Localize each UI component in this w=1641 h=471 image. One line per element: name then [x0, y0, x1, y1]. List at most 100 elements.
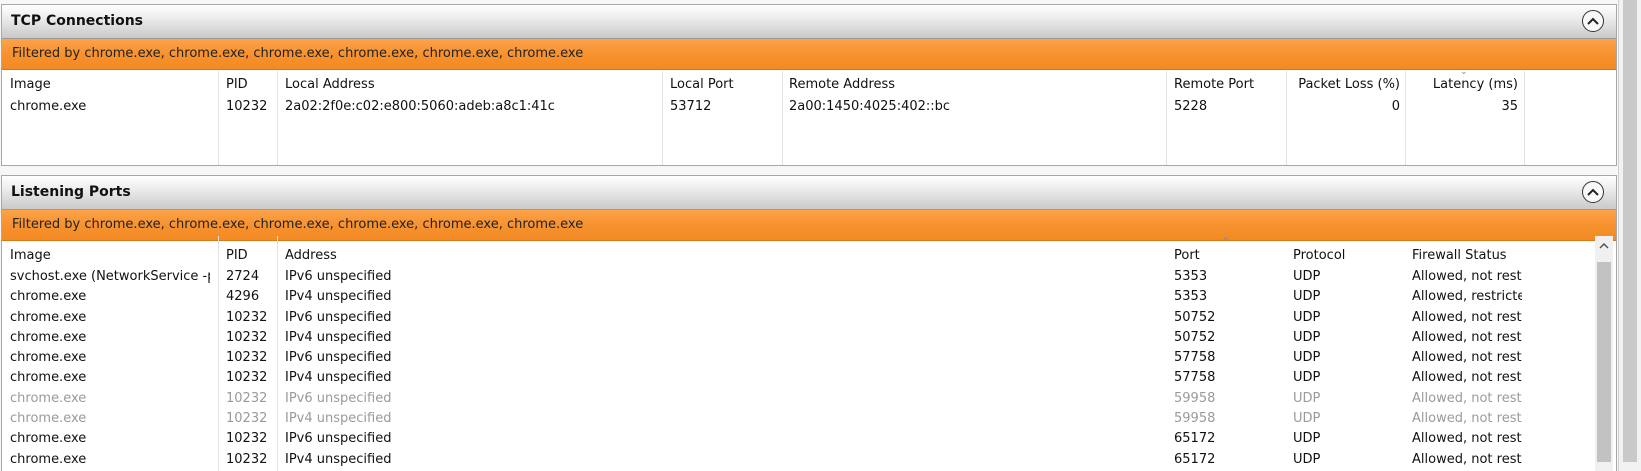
- table-row[interactable]: chrome.exe 10232 IPv6 unspecified 59958 UDP A…: [2, 389, 1616, 409]
- listen-cell-pid: 10232: [226, 411, 268, 427]
- scrollbar-thumb[interactable]: [1597, 262, 1611, 462]
- listen-cell-protocol: UDP: [1293, 370, 1321, 386]
- listen-cell-port: 65172: [1174, 451, 1216, 467]
- table-row[interactable]: chrome.exe 10232 IPv4 unspecified 50752 UDP A…: [2, 328, 1616, 348]
- listen-cell-address: IPv6 unspecified: [285, 350, 392, 366]
- listen-cell-address: IPv4 unspecified: [285, 451, 392, 467]
- tcp-cell-remote-port: 5228: [1174, 99, 1208, 114]
- listen-cell-image: chrome.exe: [10, 390, 87, 406]
- listen-scrollbar[interactable]: [1595, 236, 1613, 471]
- listen-cell-address: IPv6 unspecified: [285, 309, 392, 325]
- table-row[interactable]: chrome.exe 10232 2a02:2f0e:c02:e800:5060…: [2, 96, 1616, 117]
- table-row[interactable]: chrome.exe 4296 IPv4 unspecified 5353 UDP All…: [2, 287, 1616, 307]
- listen-cell-protocol: UDP: [1293, 269, 1321, 284]
- listen-cell-port: 5353: [1174, 289, 1208, 305]
- listen-cell-firewall-status: Allowed, not rest...: [1412, 451, 1522, 467]
- listen-cell-address: IPv6 unspecified: [285, 390, 392, 406]
- listen-cell-pid: 10232: [226, 431, 268, 447]
- listen-cell-protocol: UDP: [1293, 431, 1321, 447]
- tcp-collapse-button[interactable]: [1582, 10, 1604, 32]
- listen-collapse-button[interactable]: [1582, 181, 1604, 203]
- column-divider: [218, 236, 219, 471]
- listen-cell-firewall-status: Allowed, not rest...: [1412, 350, 1522, 366]
- listen-cell-image: chrome.exe: [10, 309, 87, 325]
- tcp-column-header-row: Image PID Local Address Local Port Remot…: [2, 67, 1616, 96]
- listen-cell-firewall-status: Allowed, restricted: [1412, 289, 1522, 305]
- listen-cell-pid: 4296: [226, 289, 260, 305]
- column-divider: [218, 71, 219, 165]
- listen-column-header-row: Image PID Address Port ^ Protocol Firewa…: [2, 237, 1616, 267]
- listen-cell-image: chrome.exe: [10, 329, 87, 345]
- listen-cell-address: IPv6 unspecified: [285, 269, 392, 284]
- chevron-up-icon: [1587, 188, 1599, 196]
- tcp-cell-packet-loss: 0: [1391, 99, 1400, 114]
- listen-cell-image: chrome.exe: [10, 370, 87, 386]
- listen-cell-image: chrome.exe: [10, 411, 87, 427]
- column-divider: [1166, 71, 1167, 165]
- listen-cell-protocol: UDP: [1293, 451, 1321, 467]
- table-row[interactable]: svchost.exe (NetworkService -p) 2724 IPv6 …: [2, 267, 1616, 287]
- listen-cell-address: IPv6 unspecified: [285, 431, 392, 447]
- listen-cell-port: 59958: [1174, 390, 1216, 406]
- tcp-cell-latency: 35: [1501, 99, 1518, 114]
- sort-caret-icon: ^: [1222, 237, 1230, 247]
- listen-cell-firewall-status: Allowed, not rest...: [1412, 411, 1522, 427]
- listening-ports-header[interactable]: Listening Ports: [2, 176, 1616, 210]
- listen-cell-address: IPv4 unspecified: [285, 370, 392, 386]
- listen-rows-container: svchost.exe (NetworkService -p) 2724 IPv6 …: [2, 267, 1616, 470]
- listen-cell-pid: 10232: [226, 309, 268, 325]
- listen-cell-firewall-status: Allowed, not rest...: [1412, 431, 1522, 447]
- resource-monitor-network-view: TCP Connections Filtered by chrome.exe, …: [0, 0, 1641, 471]
- sort-caret-icon: ⌄: [1460, 67, 1468, 77]
- scroll-up-arrow-icon[interactable]: [1595, 238, 1613, 254]
- window-scrollbar[interactable]: [1618, 0, 1641, 471]
- listen-cell-address: IPv4 unspecified: [285, 329, 392, 345]
- listen-cell-port: 59958: [1174, 411, 1216, 427]
- listen-filter-bar[interactable]: Filtered by chrome.exe, chrome.exe, chro…: [2, 210, 1616, 241]
- listen-cell-firewall-status: Allowed, not rest...: [1412, 309, 1522, 325]
- listen-cell-pid: 10232: [226, 350, 268, 366]
- listen-cell-image: chrome.exe: [10, 451, 87, 467]
- column-divider: [1286, 71, 1287, 165]
- table-row[interactable]: chrome.exe 10232 IPv4 unspecified 65172 UDP A…: [2, 450, 1616, 470]
- table-row[interactable]: chrome.exe 10232 IPv4 unspecified 57758 UDP A…: [2, 368, 1616, 388]
- listening-ports-panel: Listening Ports Filtered by chrome.exe, …: [1, 175, 1617, 471]
- listen-cell-pid: 10232: [226, 370, 268, 386]
- listen-cell-address: IPv4 unspecified: [285, 289, 392, 305]
- column-divider: [1524, 71, 1525, 165]
- chevron-up-icon: [1587, 17, 1599, 25]
- listen-cell-image: svchost.exe (NetworkService -p): [10, 269, 210, 284]
- listening-ports-title: Listening Ports: [11, 184, 131, 200]
- listen-cell-port: 50752: [1174, 329, 1216, 345]
- table-row[interactable]: chrome.exe 10232 IPv6 unspecified 65172 UDP A…: [2, 429, 1616, 449]
- listen-cell-firewall-status: Allowed, not rest...: [1412, 370, 1522, 386]
- table-row[interactable]: chrome.exe 10232 IPv4 unspecified 59958 UDP A…: [2, 409, 1616, 429]
- table-row[interactable]: chrome.exe 10232 IPv6 unspecified 57758 UDP A…: [2, 348, 1616, 368]
- listen-cell-port: 57758: [1174, 370, 1216, 386]
- listen-cell-firewall-status: Allowed, not rest...: [1412, 269, 1522, 284]
- listen-cell-firewall-status: Allowed, not rest...: [1412, 390, 1522, 406]
- listen-cell-image: chrome.exe: [10, 289, 87, 305]
- tcp-connections-title: TCP Connections: [11, 13, 143, 29]
- column-divider: [277, 71, 278, 165]
- table-row[interactable]: chrome.exe 10232 IPv6 unspecified 50752 UDP A…: [2, 308, 1616, 328]
- listen-cell-protocol: UDP: [1293, 329, 1321, 345]
- tcp-cell-pid: 10232: [226, 99, 268, 114]
- listen-cell-protocol: UDP: [1293, 390, 1321, 406]
- tcp-connections-header[interactable]: TCP Connections: [2, 5, 1616, 39]
- listen-cell-port: 50752: [1174, 309, 1216, 325]
- window-scrollbar-thumb[interactable]: [1623, 0, 1637, 462]
- listen-cell-port: 5353: [1174, 269, 1208, 284]
- tcp-cell-local-port: 53712: [670, 99, 712, 114]
- tcp-filter-bar[interactable]: Filtered by chrome.exe, chrome.exe, chro…: [2, 39, 1616, 70]
- listen-cell-protocol: UDP: [1293, 350, 1321, 366]
- column-divider: [277, 236, 278, 471]
- column-divider: [1405, 71, 1406, 165]
- column-divider: [662, 71, 663, 165]
- listen-cell-pid: 10232: [226, 329, 268, 345]
- listen-cell-port: 65172: [1174, 431, 1216, 447]
- listen-cell-pid: 10232: [226, 390, 268, 406]
- tcp-cell-remote-address: 2a00:1450:4025:402::bc: [789, 99, 951, 114]
- listen-cell-pid: 10232: [226, 451, 268, 467]
- listen-cell-protocol: UDP: [1293, 309, 1321, 325]
